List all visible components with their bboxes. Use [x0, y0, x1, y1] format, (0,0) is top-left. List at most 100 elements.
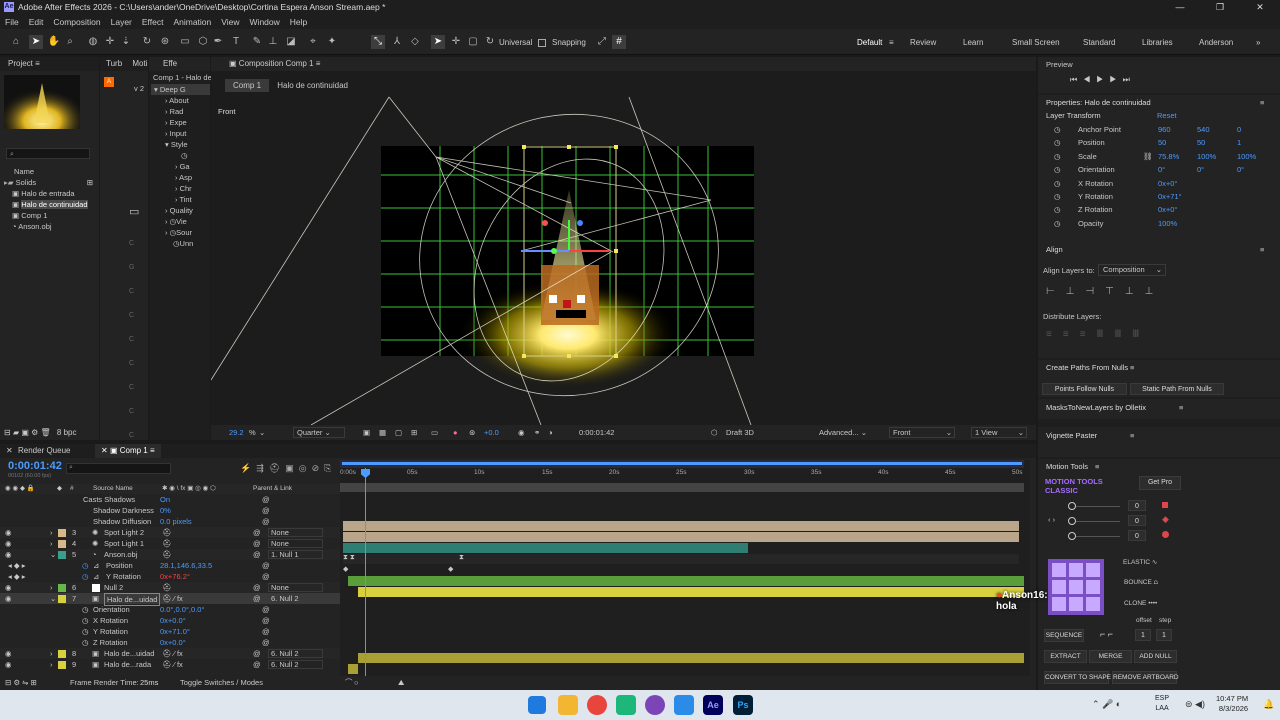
label-color[interactable]: [58, 584, 66, 592]
snapping-checkbox[interactable]: [538, 39, 546, 47]
next-frame-icon[interactable]: ▶: [1109, 75, 1122, 84]
label-color[interactable]: [58, 529, 66, 537]
switches-header-icons[interactable]: ✱ ◉ \ fx ▣ ◎ ◉ ⬡: [162, 484, 216, 494]
project-item-anson[interactable]: ◔ Anson.obj: [0, 221, 99, 232]
keyframe-icon[interactable]: ⧗ ⧗: [343, 554, 355, 562]
label-color[interactable]: [58, 650, 66, 658]
visibility-icon[interactable]: ◉: [5, 527, 12, 538]
slider-track[interactable]: [1076, 506, 1120, 507]
prop-value-1[interactable]: 100%: [1158, 218, 1177, 229]
project-item-halo-entrada[interactable]: ▣ Halo de entrada: [0, 188, 99, 199]
prop-value-1[interactable]: 0x+71°: [1158, 191, 1182, 202]
link-icon[interactable]: ⎘: [324, 463, 336, 473]
mask-icon[interactable]: ▢: [395, 425, 402, 440]
close-icon[interactable]: ✕: [6, 444, 13, 458]
layer-row[interactable]: ◉ › 3 ✺ Spot Light 2 ⛑ @ None: [0, 527, 340, 538]
anchor-cell[interactable]: [1086, 580, 1100, 594]
effect-item[interactable]: › ◷Sour: [151, 227, 210, 238]
track-bar-null2[interactable]: [348, 576, 1024, 586]
parent-select[interactable]: None: [268, 528, 323, 537]
plugin-icon[interactable]: A: [104, 77, 114, 87]
extract-button[interactable]: EXTRACT: [1044, 650, 1087, 663]
project-search-input[interactable]: ⌕: [6, 148, 90, 159]
effect-item[interactable]: ▾ Deep G: [151, 84, 210, 95]
anchor-cell[interactable]: [1069, 597, 1083, 611]
reset-link[interactable]: Reset: [1157, 110, 1177, 121]
dist-hcenter-icon[interactable]: Ⅲ: [1114, 329, 1132, 340]
project-item-solids[interactable]: ▸▰ Solids ⊞: [0, 177, 99, 188]
av-switches-icon[interactable]: ◉ ◉ ◆ 🔒: [5, 484, 35, 494]
layer-name[interactable]: Spot Light 1: [104, 538, 144, 549]
elastic-button[interactable]: ELASTIC ∿: [1123, 557, 1157, 568]
parent-pickwhip-icon[interactable]: @: [253, 593, 261, 604]
shy-switch-icon[interactable]: ⛑: [162, 582, 172, 593]
collapse-icon[interactable]: ⌄: [50, 549, 56, 560]
anchor-cell[interactable]: [1086, 563, 1100, 577]
menu-window[interactable]: Window: [250, 17, 280, 27]
eraser-tool-icon[interactable]: ◪: [284, 35, 298, 49]
timeline-tracks[interactable]: 0:00s 05s 10s 15s 20s 25s 30s 35s 40s 45…: [340, 460, 1048, 682]
stopwatch-icon[interactable]: ◷: [1054, 124, 1061, 135]
property-value[interactable]: On: [160, 494, 170, 505]
show-snapshot-icon[interactable]: ⚭: [534, 425, 540, 440]
app-blue-icon[interactable]: [674, 695, 694, 715]
property-value[interactable]: 0.0 pixels: [160, 516, 192, 527]
workspace-default[interactable]: Default: [857, 38, 882, 47]
shy-icon[interactable]: ⛑: [269, 463, 285, 473]
layer-name[interactable]: Halo de...rada: [104, 659, 151, 670]
property-value[interactable]: 0.0°,0.0°,0.0°: [160, 604, 204, 615]
graph-editor-icon[interactable]: ⊘: [312, 463, 325, 473]
orbit-camera-icon[interactable]: ◍: [86, 35, 100, 49]
parent-pickwhip-icon[interactable]: @: [253, 549, 261, 560]
safe-zones-icon[interactable]: ▭: [431, 425, 438, 440]
effect-item[interactable]: › Rad: [151, 106, 210, 117]
zoom-out-icon[interactable]: ⌒: [345, 676, 353, 690]
stopwatch-icon[interactable]: ◷: [1054, 178, 1061, 189]
sequence-stair-icon[interactable]: ⌐ ⌐: [1100, 629, 1113, 640]
composition-flowchart-icon[interactable]: ⇶: [256, 463, 269, 473]
puppet-tool-icon[interactable]: ✦: [325, 35, 339, 49]
label-color[interactable]: [58, 551, 66, 559]
rectangle-tool-icon[interactable]: ▭: [178, 35, 192, 49]
last-frame-icon[interactable]: ⏭: [1123, 75, 1136, 84]
roto-brush-icon[interactable]: ⌖: [306, 35, 320, 49]
home-icon[interactable]: ⌂: [9, 35, 23, 49]
footer-icons[interactable]: ⊟ ⚙ ⇋ ⊞: [5, 676, 37, 690]
step-value[interactable]: 1: [1156, 629, 1172, 641]
effect-item[interactable]: › About: [151, 95, 210, 106]
prop-value-1[interactable]: 960: [1158, 124, 1171, 135]
selection-tool-icon[interactable]: ➤: [29, 35, 43, 49]
stopwatch-icon[interactable]: ◷: [82, 560, 89, 571]
effect-item[interactable]: ▾ Style: [151, 139, 210, 150]
anchor-cell[interactable]: [1069, 563, 1083, 577]
shy-switch-icon[interactable]: ⛑: [162, 527, 172, 538]
property-value[interactable]: 0%: [160, 505, 171, 516]
app-green-icon[interactable]: [616, 695, 636, 715]
minimize-button[interactable]: —: [1160, 0, 1200, 15]
layer-row[interactable]: ◉ › 9 ▣ Halo de...rada ⛑ ⁄ fx @6. Null 2: [0, 659, 340, 670]
delete-icon[interactable]: 🗑: [41, 428, 51, 437]
menu-file[interactable]: File: [5, 17, 19, 27]
number-header[interactable]: #: [70, 484, 74, 494]
rotate-3d-icon[interactable]: ↻: [483, 35, 497, 49]
workspace-menu-icon[interactable]: ≡: [889, 38, 894, 47]
parent-select[interactable]: 6. Null 2: [268, 594, 323, 603]
convert-shape-button[interactable]: CONVERT TO SHAPE: [1044, 671, 1111, 684]
slider-track[interactable]: [1076, 536, 1120, 537]
scale-3d-icon[interactable]: ▢: [466, 35, 480, 49]
comp-viewport[interactable]: [211, 95, 1036, 425]
project-item-comp1[interactable]: ▣ Comp 1: [0, 210, 99, 221]
keyframe-icon[interactable]: ◆: [343, 565, 348, 573]
shy-switch-icon[interactable]: ⛑: [162, 549, 172, 560]
dist-right-icon[interactable]: Ⅲ: [1132, 329, 1150, 340]
layer-name[interactable]: Spot Light 2: [104, 527, 144, 538]
world-axis-icon[interactable]: ◇: [408, 35, 422, 49]
visibility-icon[interactable]: ◉: [5, 593, 12, 604]
source-name-header[interactable]: Source Name: [93, 484, 133, 494]
track-bar-spotlight2[interactable]: [343, 521, 1019, 531]
tab-moti[interactable]: Moti: [132, 59, 147, 68]
menu-animation[interactable]: Animation: [173, 17, 211, 27]
layer-name[interactable]: Halo de...uidad: [104, 648, 154, 659]
network-volume-icons[interactable]: ⊜ ◀): [1185, 699, 1205, 710]
pan-camera-icon[interactable]: ✛: [103, 35, 117, 49]
